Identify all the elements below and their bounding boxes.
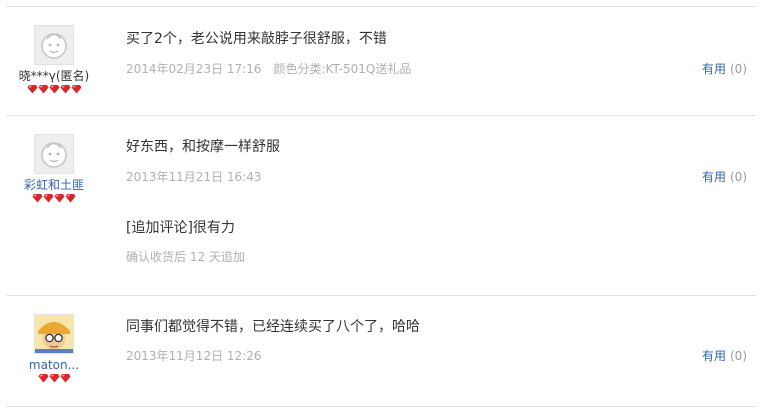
red-diamond-icon: [43, 194, 54, 203]
reviewer-info: 彩虹和土匪: [6, 134, 102, 203]
review-text: 买了2个，老公说用来敲脖子很舒服，不错: [126, 31, 387, 47]
reviewer-name-link[interactable]: 彩虹和土匪: [6, 178, 102, 192]
useful-label[interactable]: 有用: [702, 170, 726, 184]
rating-stars: [6, 193, 102, 203]
red-diamond-icon: [49, 85, 59, 94]
review-item: maton... 同事们都觉得不错，已经连续买了八个了，哈哈 2013年11月1…: [0, 296, 765, 406]
rating-stars: [6, 84, 102, 94]
review-list: 晓***γ(匿名) 买了2个，老公说用来敲脖子很舒服，不错 2014年02月23…: [0, 0, 765, 417]
red-diamond-icon: [54, 194, 65, 203]
reviewer-info: maton...: [6, 314, 102, 383]
useful-count: (0): [730, 62, 747, 76]
photo-avatar-icon[interactable]: [34, 314, 74, 354]
red-diamond-icon: [65, 194, 76, 203]
useful-label[interactable]: 有用: [702, 62, 726, 76]
reviewer-name: 晓***γ(匿名): [18, 69, 90, 83]
review-item: 彩虹和土匪 好东西，和按摩一样舒服 2013年11月21日 16:43 有用 (0…: [0, 116, 765, 295]
red-diamond-icon: [32, 194, 43, 203]
red-diamond-icon: [38, 374, 48, 383]
useful-button[interactable]: 有用 (0): [702, 62, 747, 76]
review-item: 晓***γ(匿名) 买了2个，老公说用来敲脖子很舒服，不错 2014年02月23…: [0, 7, 765, 115]
useful-button[interactable]: 有用 (0): [702, 349, 747, 363]
red-diamond-icon: [38, 85, 48, 94]
red-diamond-icon: [27, 85, 37, 94]
useful-button[interactable]: 有用 (0): [702, 170, 747, 184]
review-date: 2013年11月21日 16:43: [126, 170, 262, 184]
review-text: 好东西，和按摩一样舒服: [126, 139, 280, 155]
red-diamond-icon: [49, 374, 59, 383]
useful-label[interactable]: 有用: [702, 349, 726, 363]
appended-review-note: 确认收货后 12 天追加: [126, 250, 245, 264]
review-date: 2013年11月12日 12:26: [126, 349, 262, 363]
appended-review-text: [追加评论]很有力: [126, 220, 235, 236]
review-meta: 2014年02月23日 17:16 颜色分类:KT-501Q送礼品: [126, 62, 411, 76]
rating-stars: [6, 373, 102, 383]
review-text: 同事们都觉得不错，已经连续买了八个了，哈哈: [126, 319, 420, 335]
reviewer-info: 晓***γ(匿名): [6, 25, 102, 94]
useful-count: (0): [730, 170, 747, 184]
red-diamond-icon: [71, 85, 81, 94]
divider: [6, 406, 756, 407]
review-date: 2014年02月23日 17:16: [126, 62, 262, 76]
reviewer-name-link[interactable]: maton...: [6, 358, 102, 372]
default-avatar-icon[interactable]: [34, 25, 74, 65]
red-diamond-icon: [60, 374, 70, 383]
red-diamond-icon: [60, 85, 70, 94]
useful-count: (0): [730, 349, 747, 363]
default-avatar-icon[interactable]: [34, 134, 74, 174]
sku-info: 颜色分类:KT-501Q送礼品: [273, 62, 412, 76]
